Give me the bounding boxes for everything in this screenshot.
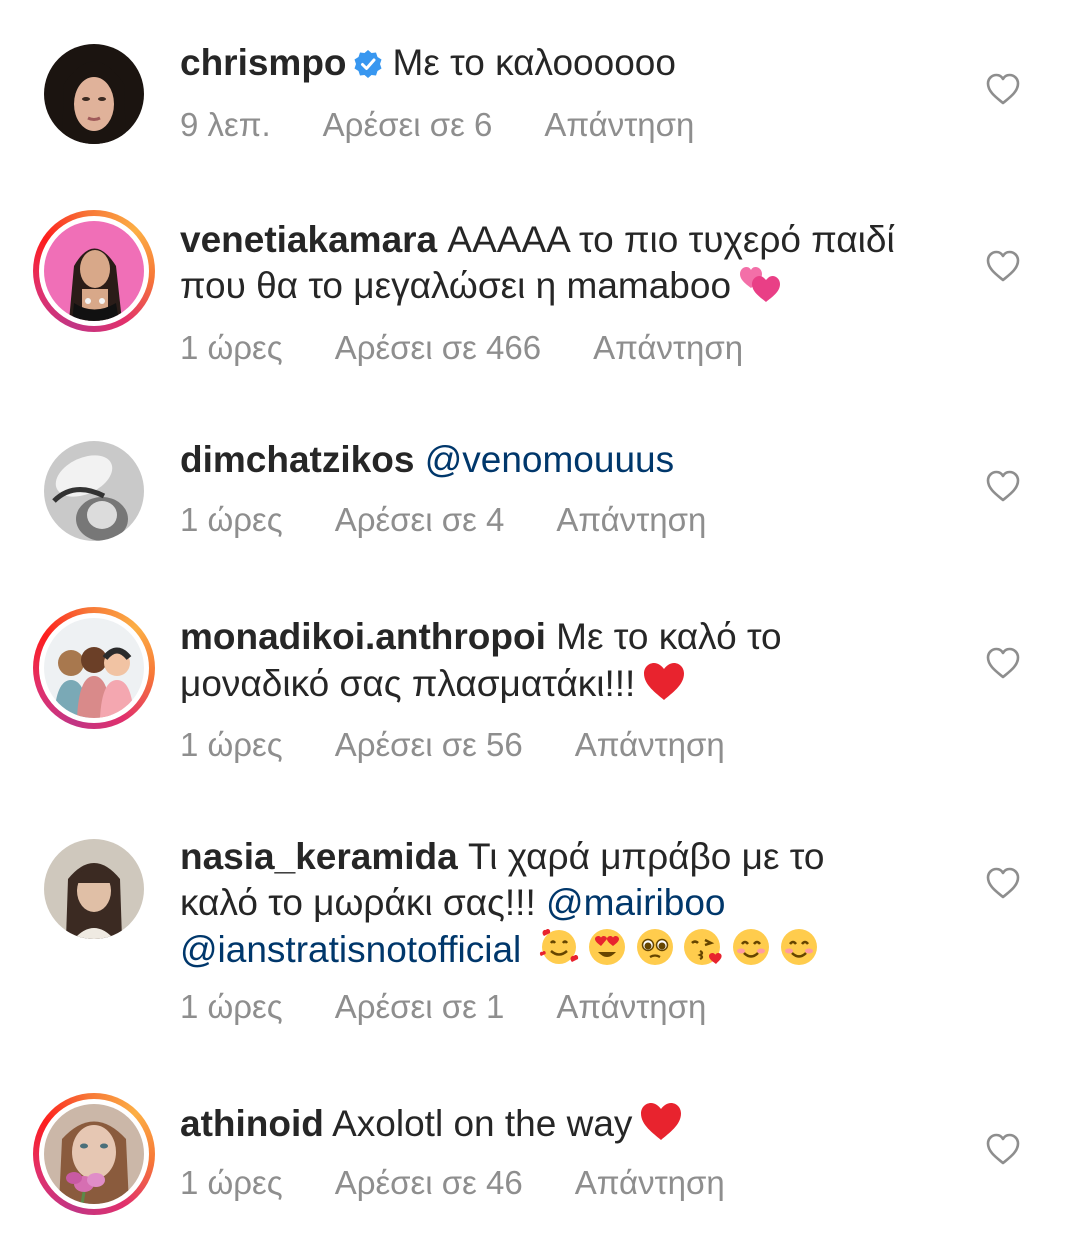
likes-count[interactable]: Αρέσει σε 466 (335, 329, 541, 366)
likes-count[interactable]: Αρέσει σε 4 (335, 501, 505, 538)
reply-button[interactable]: Απάντηση (575, 1164, 725, 1201)
timestamp: 9 λεπ. (180, 106, 271, 143)
reply-button[interactable]: Απάντηση (544, 106, 694, 143)
like-heart-icon[interactable] (985, 1132, 1021, 1166)
avatar-image (44, 1104, 144, 1204)
two-hearts-icon (737, 264, 781, 315)
verified-badge-icon (353, 44, 383, 78)
avatar-image (44, 618, 144, 718)
avatar[interactable] (33, 607, 155, 729)
likes-count[interactable]: Αρέσει σε 46 (335, 1164, 523, 1201)
username[interactable]: monadikoi.anthropoi (180, 616, 546, 657)
avatar[interactable] (33, 210, 155, 332)
mention-link[interactable]: @ianstratisnotofficial (180, 929, 521, 970)
username[interactable]: dimchatzikos (180, 439, 414, 480)
comment-text: Με το καλοοοοοο (392, 42, 676, 83)
timestamp: 1 ώρες (180, 988, 283, 1025)
likes-count[interactable]: Αρέσει σε 6 (323, 106, 493, 143)
timestamp: 1 ώρες (180, 501, 283, 538)
username[interactable]: nasia_keramida (180, 836, 458, 877)
comment-text: Axolotl on the way (332, 1103, 633, 1144)
avatar-image (44, 221, 144, 321)
mention-link[interactable]: @mairiboo (546, 882, 725, 923)
avatar-image (44, 44, 144, 144)
username[interactable]: athinoid (180, 1103, 324, 1144)
mention-link[interactable]: @venomouuus (425, 439, 674, 480)
reply-button[interactable]: Απάντηση (556, 988, 706, 1025)
reply-button[interactable]: Απάντηση (575, 726, 725, 763)
likes-count[interactable]: Αρέσει σε 56 (335, 726, 523, 763)
avatar-image (44, 839, 144, 939)
like-heart-icon[interactable] (985, 469, 1021, 503)
avatar[interactable] (44, 44, 144, 144)
face-blowing-kiss-icon (682, 926, 724, 979)
avatar[interactable] (44, 441, 144, 541)
timestamp: 1 ώρες (180, 329, 283, 366)
pleading-face-icon (634, 926, 676, 979)
avatar-image (44, 441, 144, 541)
red-heart-icon (638, 1100, 684, 1153)
username[interactable]: chrismpo (180, 42, 347, 83)
timestamp: 1 ώρες (180, 1164, 283, 1201)
red-heart-icon (641, 660, 687, 713)
smiling-face-with-hearts-icon (538, 926, 580, 979)
avatar[interactable] (44, 839, 144, 939)
timestamp: 1 ώρες (180, 726, 283, 763)
avatar[interactable] (33, 1093, 155, 1215)
username[interactable]: venetiakamara (180, 219, 437, 260)
reply-button[interactable]: Απάντηση (593, 329, 743, 366)
like-heart-icon[interactable] (985, 646, 1021, 680)
smiling-face-icon (778, 926, 820, 979)
likes-count[interactable]: Αρέσει σε 1 (335, 988, 505, 1025)
smiling-face-icon (730, 926, 772, 979)
heart-eyes-icon (586, 926, 628, 979)
reply-button[interactable]: Απάντηση (556, 501, 706, 538)
like-heart-icon[interactable] (985, 866, 1021, 900)
like-heart-icon[interactable] (985, 72, 1021, 106)
like-heart-icon[interactable] (985, 249, 1021, 283)
